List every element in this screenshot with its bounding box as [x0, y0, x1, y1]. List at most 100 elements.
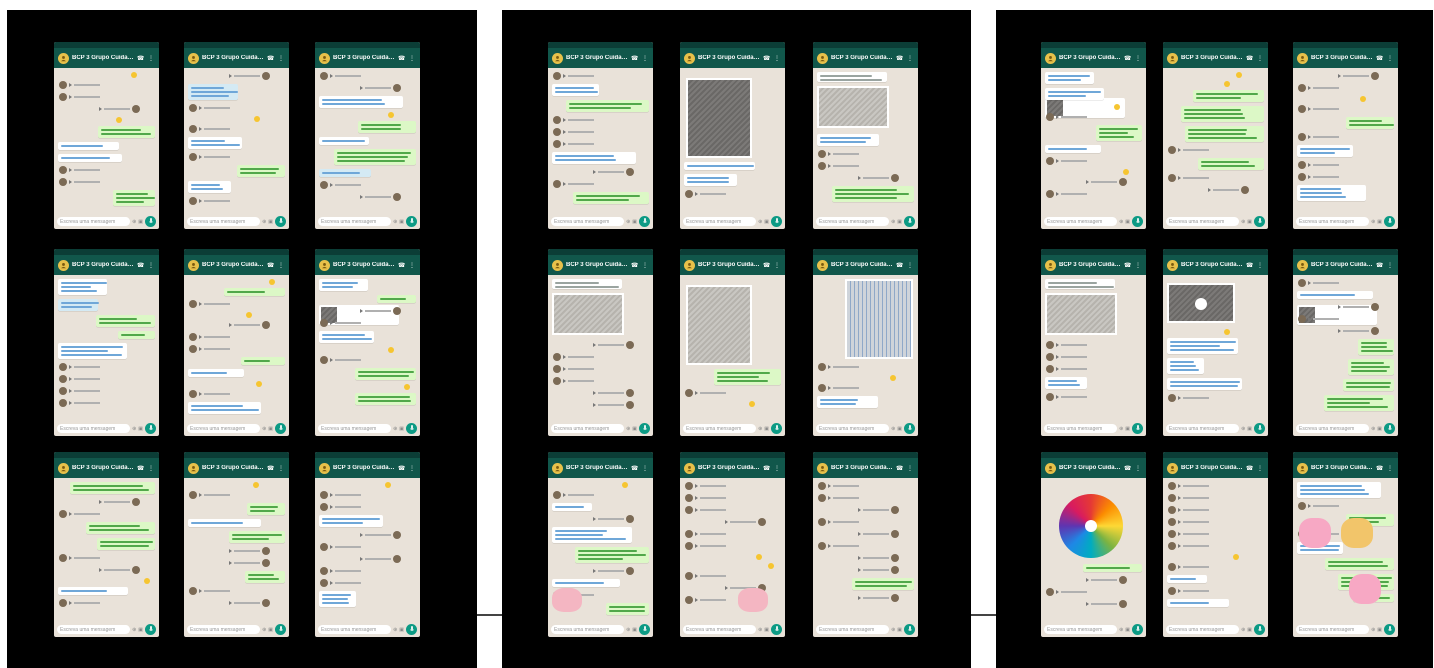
message-list[interactable] — [548, 68, 653, 214]
message-bubble-incoming[interactable] — [188, 137, 242, 149]
play-icon[interactable] — [199, 335, 202, 339]
phone-icon[interactable]: ☎ ⋮ — [1246, 55, 1264, 62]
phone-icon[interactable]: ☎ ⋮ — [137, 55, 155, 62]
mic-icon[interactable] — [639, 216, 650, 227]
message-bubble-outgoing[interactable] — [376, 295, 416, 303]
phone-icon[interactable]: ☎ ⋮ — [1376, 262, 1394, 269]
message-list[interactable] — [680, 68, 785, 214]
voice-message[interactable] — [685, 190, 726, 199]
paperclip-icon[interactable]: ⊕ — [891, 426, 895, 432]
video-message[interactable] — [1167, 283, 1235, 323]
voice-message[interactable] — [59, 399, 100, 407]
voice-message[interactable] — [1168, 394, 1209, 402]
voice-message[interactable] — [1168, 530, 1209, 538]
chat-title[interactable]: BCP 3 Grupo Cuidadoras ... — [566, 262, 628, 268]
chat-title[interactable]: BCP 3 Grupo Cuidadoras ... — [1059, 465, 1121, 471]
paperclip-icon[interactable]: ⊕ — [393, 219, 397, 225]
group-avatar-icon[interactable] — [319, 462, 330, 474]
voice-message[interactable] — [189, 587, 230, 595]
paperclip-icon[interactable]: ⊕ — [393, 426, 397, 432]
message-bubble-outgoing[interactable] — [96, 538, 155, 550]
group-avatar-icon[interactable] — [1167, 259, 1178, 271]
group-avatar-icon[interactable] — [58, 462, 69, 474]
message-input[interactable]: Escreva uma mensagem — [683, 424, 757, 433]
voice-message[interactable] — [1298, 315, 1339, 323]
group-avatar-icon[interactable] — [1045, 52, 1056, 64]
voice-message[interactable] — [320, 543, 361, 551]
voice-message[interactable] — [685, 530, 726, 538]
play-icon[interactable] — [563, 118, 566, 122]
play-icon[interactable] — [1056, 590, 1059, 594]
phone-icon[interactable]: ☎ ⋮ — [896, 55, 914, 62]
play-icon[interactable] — [1308, 86, 1311, 90]
message-input[interactable]: Escreva uma mensagem — [816, 625, 890, 634]
voice-message[interactable] — [1168, 542, 1209, 550]
voice-message[interactable] — [553, 116, 594, 124]
image-message[interactable] — [845, 279, 913, 360]
voice-message[interactable] — [1338, 303, 1379, 311]
mic-icon[interactable] — [406, 216, 417, 227]
mic-icon[interactable] — [1132, 216, 1143, 227]
mic-icon[interactable] — [904, 216, 915, 227]
paperclip-icon[interactable]: ⊕ — [262, 426, 266, 432]
voice-message[interactable] — [1298, 105, 1339, 113]
voice-message[interactable] — [360, 193, 401, 201]
voice-message[interactable] — [1168, 146, 1209, 154]
play-icon[interactable] — [828, 520, 831, 524]
group-avatar-icon[interactable] — [58, 52, 69, 64]
voice-message[interactable] — [1298, 279, 1339, 287]
voice-message[interactable] — [59, 363, 100, 371]
group-avatar-icon[interactable] — [319, 52, 330, 64]
play-icon[interactable] — [330, 545, 333, 549]
voice-message[interactable] — [685, 494, 726, 502]
play-icon[interactable] — [199, 127, 202, 131]
camera-icon[interactable]: ▣ — [1377, 426, 1382, 432]
paperclip-icon[interactable]: ⊕ — [758, 627, 762, 633]
message-bubble-incoming[interactable] — [552, 503, 593, 511]
message-input[interactable]: Escreva uma mensagem — [683, 217, 757, 226]
message-input[interactable]: Escreva uma mensagem — [1166, 424, 1240, 433]
voice-message[interactable] — [1168, 587, 1209, 595]
play-icon[interactable] — [695, 544, 698, 548]
message-input[interactable]: Escreva uma mensagem — [1296, 424, 1370, 433]
voice-message[interactable] — [818, 482, 859, 490]
voice-message[interactable] — [685, 572, 726, 580]
message-input[interactable]: Escreva uma mensagem — [816, 217, 890, 226]
play-icon[interactable] — [563, 493, 566, 497]
voice-message[interactable] — [59, 510, 100, 518]
phone-icon[interactable]: ☎ ⋮ — [631, 262, 649, 269]
chat-title[interactable]: BCP 3 Grupo Cuidadoras ... — [333, 465, 395, 471]
play-icon[interactable] — [199, 347, 202, 351]
message-bubble-outgoing[interactable] — [86, 522, 155, 534]
message-bubble-outgoing[interactable] — [605, 603, 649, 615]
message-list[interactable] — [315, 478, 420, 622]
group-avatar-icon[interactable] — [58, 259, 69, 271]
voice-message[interactable] — [320, 356, 361, 364]
play-icon[interactable] — [229, 561, 232, 565]
message-bubble-incoming[interactable] — [1167, 338, 1238, 354]
group-avatar-icon[interactable] — [1167, 52, 1178, 64]
message-bubble-incoming[interactable] — [58, 299, 100, 311]
image-message[interactable] — [817, 86, 889, 128]
phone-icon[interactable]: ☎ ⋮ — [1124, 262, 1142, 269]
play-icon[interactable] — [69, 556, 72, 560]
message-bubble-incoming[interactable] — [1297, 291, 1373, 299]
voice-message[interactable] — [593, 567, 634, 575]
message-bubble-incoming[interactable] — [1045, 72, 1094, 84]
voice-message[interactable] — [59, 375, 100, 383]
voice-message[interactable] — [818, 542, 859, 550]
play-icon[interactable] — [1308, 175, 1311, 179]
sticker-image[interactable] — [1341, 518, 1373, 548]
image-message[interactable] — [552, 293, 624, 335]
play-icon[interactable] — [1086, 602, 1089, 606]
message-bubble-incoming[interactable] — [1045, 145, 1101, 153]
play-icon[interactable] — [858, 532, 861, 536]
play-icon[interactable] — [199, 106, 202, 110]
camera-icon[interactable]: ▣ — [897, 426, 902, 432]
play-icon[interactable] — [229, 74, 232, 78]
play-icon[interactable] — [1056, 343, 1059, 347]
message-bubble-incoming[interactable] — [58, 279, 108, 295]
play-icon[interactable] — [828, 164, 831, 168]
play-icon[interactable] — [695, 508, 698, 512]
paperclip-icon[interactable]: ⊕ — [1371, 219, 1375, 225]
